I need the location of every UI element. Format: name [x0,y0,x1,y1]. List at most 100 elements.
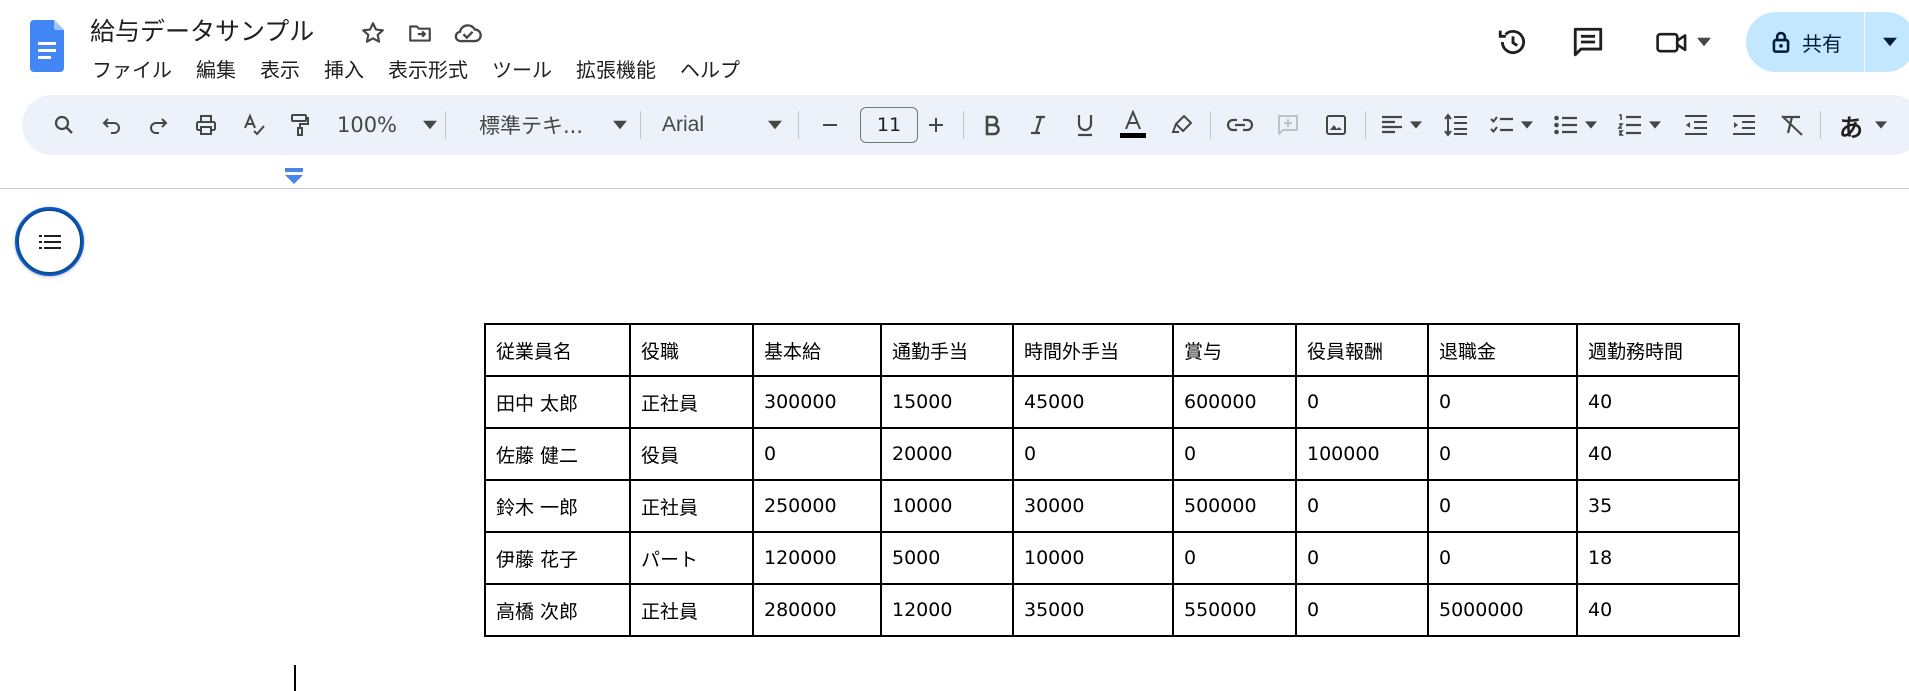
table-cell[interactable]: 120000 [752,531,882,585]
table-header-cell[interactable]: 週勤務時間 [1576,323,1740,377]
table-cell[interactable]: 0 [1172,427,1297,481]
bulleted-list-button[interactable] [1548,95,1602,155]
print-button[interactable] [186,95,226,155]
docs-logo-icon[interactable] [28,18,66,74]
table-cell[interactable]: 5000 [880,531,1014,585]
table-header-cell[interactable]: 時間外手当 [1012,323,1174,377]
add-comment-button[interactable] [1268,95,1308,155]
zoom-select[interactable]: 100% [328,95,446,155]
table-cell[interactable]: 30000 [1012,479,1174,533]
move-folder-icon[interactable] [403,16,437,50]
table-cell[interactable]: 伊藤 花子 [484,531,631,585]
meet-button[interactable] [1648,20,1718,64]
table-cell[interactable]: 40 [1576,375,1740,429]
font-select[interactable]: Arial [652,95,807,155]
table-cell[interactable]: 250000 [752,479,882,533]
table-cell[interactable]: 40 [1576,583,1740,637]
table-cell[interactable]: 35000 [1012,583,1174,637]
menu-help[interactable]: ヘルプ [680,54,740,83]
menu-file[interactable]: ファイル [92,54,172,83]
table-cell[interactable]: パート [629,531,754,585]
table-cell[interactable]: 正社員 [629,479,754,533]
table-header-cell[interactable]: 従業員名 [484,323,631,377]
table-cell[interactable]: 0 [1427,479,1578,533]
share-button[interactable]: 共有 [1746,12,1909,72]
input-tools-button[interactable]: あ [1830,95,1896,155]
paint-format-button[interactable] [280,95,320,155]
clear-formatting-button[interactable] [1772,95,1812,155]
insert-link-button[interactable] [1220,95,1260,155]
menu-tools[interactable]: ツール [492,54,552,83]
table-cell[interactable]: 550000 [1172,583,1297,637]
search-menus-button[interactable] [44,95,84,155]
table-cell[interactable]: 佐藤 健二 [484,427,631,481]
insert-image-button[interactable] [1316,95,1356,155]
table-cell[interactable]: 正社員 [629,583,754,637]
table-cell[interactable]: 0 [1427,427,1578,481]
table-cell[interactable]: 10000 [1012,531,1174,585]
table-cell[interactable]: 10000 [880,479,1014,533]
menu-edit[interactable]: 編集 [196,54,236,83]
text-color-button[interactable] [1110,95,1156,155]
decrease-font-size-button[interactable] [810,95,850,155]
redo-button[interactable] [138,95,178,155]
share-main-button[interactable]: 共有 [1746,12,1864,72]
menu-format[interactable]: 表示形式 [388,54,468,83]
paragraph-style-select[interactable]: 標準テキ... [458,95,648,155]
menu-extensions[interactable]: 拡張機能 [576,54,656,83]
align-button[interactable] [1374,95,1428,155]
underline-button[interactable] [1065,95,1105,155]
table-header-cell[interactable]: 役員報酬 [1295,323,1429,377]
table-cell[interactable]: 0 [1295,479,1429,533]
document-outline-button[interactable] [15,207,84,276]
spelling-check-button[interactable] [234,95,274,155]
table-cell[interactable]: 12000 [880,583,1014,637]
table-cell[interactable]: 田中 太郎 [484,375,631,429]
table-cell[interactable]: 18 [1576,531,1740,585]
table-header-cell[interactable]: 通勤手当 [880,323,1014,377]
menu-view[interactable]: 表示 [260,54,300,83]
indent-marker[interactable] [285,168,303,190]
table-header-cell[interactable]: 基本給 [752,323,882,377]
undo-button[interactable] [92,95,132,155]
table-cell[interactable]: 5000000 [1427,583,1578,637]
table-cell[interactable]: 正社員 [629,375,754,429]
table-cell[interactable]: 20000 [880,427,1014,481]
table-cell[interactable]: 0 [1427,375,1578,429]
table-header-cell[interactable]: 賞与 [1172,323,1297,377]
table-cell[interactable]: 0 [1295,583,1429,637]
table-cell[interactable]: 500000 [1172,479,1297,533]
cloud-saved-icon[interactable] [451,16,485,50]
decrease-indent-button[interactable] [1676,95,1716,155]
increase-font-size-button[interactable] [916,95,956,155]
italic-button[interactable] [1018,95,1058,155]
version-history-button[interactable] [1491,20,1535,64]
table-cell[interactable]: 0 [1012,427,1174,481]
highlight-color-button[interactable] [1162,95,1202,155]
table-cell[interactable]: 0 [752,427,882,481]
table-cell[interactable]: 0 [1427,531,1578,585]
numbered-list-button[interactable] [1612,95,1666,155]
table-header-cell[interactable]: 退職金 [1427,323,1578,377]
table-cell[interactable]: 0 [1295,375,1429,429]
table-cell[interactable]: 300000 [752,375,882,429]
table-header-cell[interactable]: 役職 [629,323,754,377]
table-cell[interactable]: 280000 [752,583,882,637]
font-size-input[interactable]: 11 [860,107,918,143]
table-cell[interactable]: 600000 [1172,375,1297,429]
comments-button[interactable] [1566,20,1610,64]
checklist-button[interactable] [1484,95,1538,155]
table-cell[interactable]: 35 [1576,479,1740,533]
table-cell[interactable]: 15000 [880,375,1014,429]
document-title[interactable]: 給与データサンプル [90,12,314,48]
share-options-button[interactable] [1865,37,1909,47]
bold-button[interactable] [972,95,1012,155]
increase-indent-button[interactable] [1724,95,1764,155]
table-cell[interactable]: 0 [1172,531,1297,585]
table-cell[interactable]: 役員 [629,427,754,481]
star-icon[interactable] [356,16,390,50]
menu-insert[interactable]: 挿入 [324,54,364,83]
line-spacing-button[interactable] [1436,95,1476,155]
table-cell[interactable]: 45000 [1012,375,1174,429]
table-cell[interactable]: 40 [1576,427,1740,481]
